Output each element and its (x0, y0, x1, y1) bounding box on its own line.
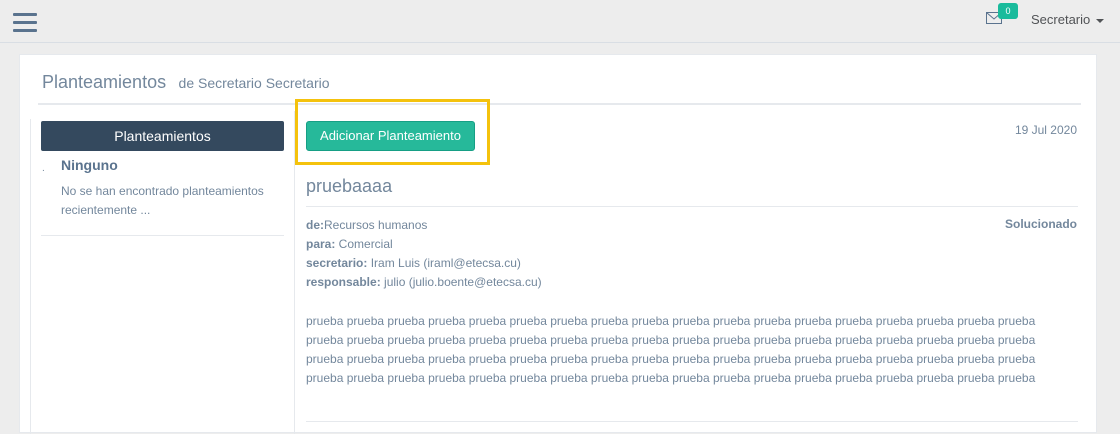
message-date: 19 Jul 2020 (1014, 123, 1077, 137)
page-title: Planteamientos de Secretario Secretario (42, 72, 330, 93)
menu-icon[interactable] (13, 13, 37, 33)
meta-to-value: Comercial (335, 237, 393, 251)
message-title: pruebaaaa (306, 176, 393, 196)
divider (38, 103, 1081, 105)
main-panel: Planteamientos de Secretario Secretario … (19, 54, 1097, 434)
add-planteamiento-button[interactable]: Adicionar Planteamiento (306, 121, 475, 151)
bullet-icon: . (42, 163, 45, 174)
meta-from: de:Recursos humanos (306, 216, 542, 235)
message-body: prueba prueba prueba prueba prueba prueb… (306, 314, 1036, 385)
meta-secretary-value: Iram Luis (iraml@etecsa.cu) (367, 256, 521, 270)
meta-from-label: de: (306, 218, 324, 232)
mail-count-badge: 0 (998, 3, 1018, 19)
meta-responsible: responsable: julio (julio.boente@etecsa.… (306, 273, 542, 292)
divider (306, 206, 1078, 207)
divider (30, 119, 31, 434)
user-name: Secretario (1031, 12, 1091, 27)
divider (306, 421, 1078, 422)
user-menu[interactable]: Secretario (1031, 12, 1105, 27)
caret-down-icon (1096, 18, 1105, 23)
meta-from-value: Recursos humanos (324, 218, 428, 232)
sidebar-heading[interactable]: Planteamientos (41, 121, 284, 151)
meta-to: para: Comercial (306, 235, 542, 254)
sidebar-item-name: Ninguno (61, 157, 118, 173)
page-title-text: Planteamientos (42, 72, 167, 92)
status-badge: Solucionado (1005, 217, 1077, 231)
page-subtitle: de Secretario Secretario (178, 75, 330, 91)
meta-to-label: para: (306, 237, 336, 251)
meta-responsible-value: julio (julio.boente@etecsa.cu) (380, 275, 542, 289)
meta-secretary: secretario: Iram Luis (iraml@etecsa.cu) (306, 254, 542, 273)
meta-responsible-label: responsable: (306, 275, 381, 289)
sidebar-item-description: No se han encontrado planteamientos reci… (61, 184, 264, 217)
meta-secretary-label: secretario: (306, 256, 368, 270)
top-navbar: 0 Secretario (0, 0, 1120, 43)
message-meta: de:Recursos humanos para: Comercial secr… (306, 216, 542, 292)
divider (41, 235, 284, 236)
